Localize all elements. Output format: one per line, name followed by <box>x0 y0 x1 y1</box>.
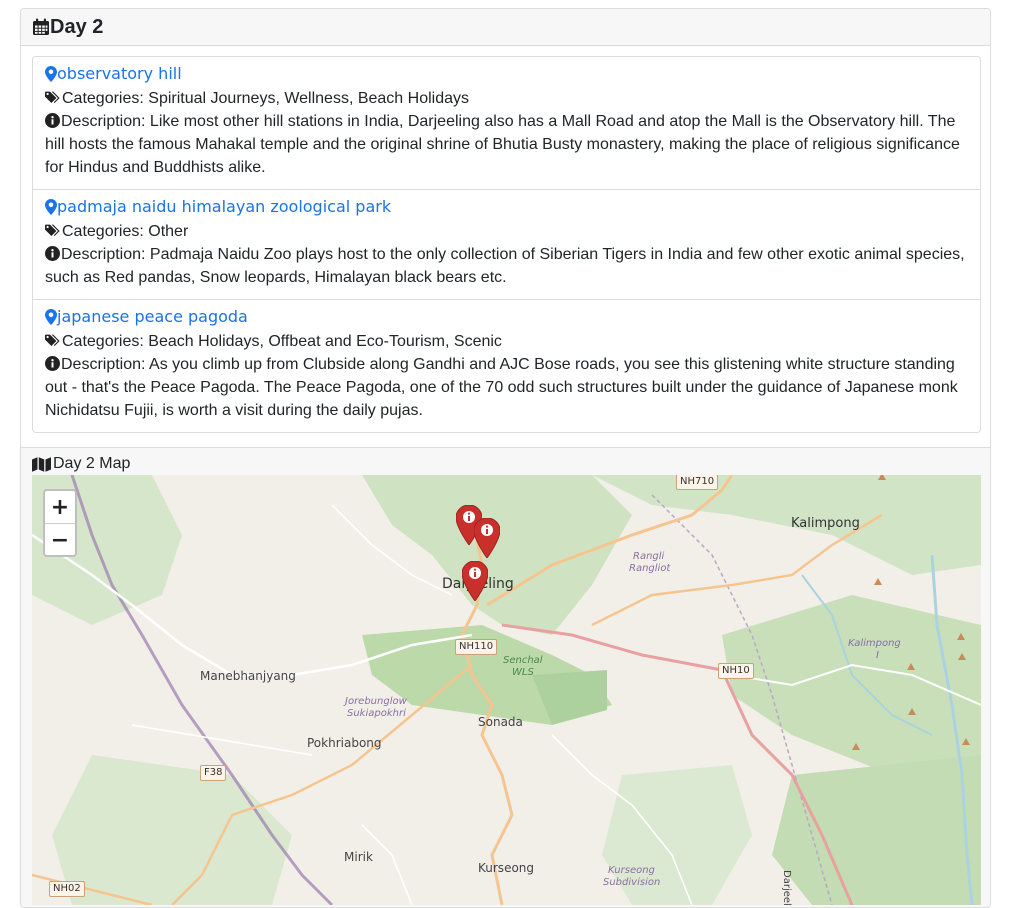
map-pin-icon <box>45 199 57 215</box>
zoom-out-button[interactable]: − <box>45 524 75 555</box>
description-line: Description: Padmaja Naidu Zoo plays hos… <box>45 246 965 286</box>
day-card: Day 2 observatory hill Categories: Spiri… <box>20 8 991 908</box>
info-circle-icon <box>45 356 60 372</box>
tags-icon <box>45 91 61 104</box>
map-label-town: Kalimpong <box>791 516 860 531</box>
zoom-control: + − <box>43 489 77 557</box>
map-label-area: Kalimpong <box>848 638 901 649</box>
map-label-reserve: Senchal <box>503 655 543 666</box>
categories-line: Categories: Other <box>45 220 968 243</box>
map-tiles <box>32 475 981 905</box>
categories-line: Categories: Beach Holidays, Offbeat and … <box>45 330 968 353</box>
map-marker[interactable] <box>461 560 489 602</box>
calendar-icon <box>32 18 50 36</box>
list-item: padmaja naidu himalayan zoological park … <box>33 190 980 300</box>
road-shield: NH110 <box>455 639 498 655</box>
marker-pin-icon <box>461 560 489 602</box>
description-line: Description: Like most other hill statio… <box>45 113 960 176</box>
categories-line: Categories: Spiritual Journeys, Wellness… <box>45 87 968 110</box>
place-name: observatory hill <box>57 64 182 83</box>
map-label-town: Mirik <box>344 850 373 864</box>
map-label-town: Pokhriabong <box>307 736 382 750</box>
road-shield: NH02 <box>49 881 85 897</box>
place-link[interactable]: observatory hill <box>45 63 182 85</box>
map-marker[interactable] <box>473 517 501 559</box>
description-line: Description: As you climb up from Clubsi… <box>45 356 958 419</box>
road-shield: NH10 <box>718 663 754 679</box>
zoom-in-button[interactable]: + <box>45 491 75 524</box>
place-link[interactable]: padmaja naidu himalayan zoological park <box>45 196 391 218</box>
map-label-area: Jorebunglow <box>345 696 407 707</box>
road-shield: F38 <box>200 765 227 781</box>
list-item: observatory hill Categories: Spiritual J… <box>33 57 980 190</box>
map-label: Day 2 Map <box>32 454 130 474</box>
map-label-area: Subdivision <box>603 877 661 888</box>
places-list: observatory hill Categories: Spiritual J… <box>32 56 981 433</box>
map-pin-icon <box>45 309 57 325</box>
place-name: padmaja naidu himalayan zoological park <box>57 197 392 216</box>
day-title: Day 2 <box>50 16 104 38</box>
road-shield: NH710 <box>676 475 719 490</box>
map-label-area: I <box>876 650 879 661</box>
place-link[interactable]: japanese peace pagoda <box>45 306 248 328</box>
map-view[interactable]: Kalimpong Darjeeling Manebhanjyang Sonad… <box>32 475 981 905</box>
map-label-area: Sukiapokhri <box>347 708 406 719</box>
map-label-town: Sonada <box>478 715 523 729</box>
map-icon <box>32 456 51 472</box>
tags-icon <box>45 224 61 237</box>
map-label-area: Rangli <box>633 551 665 562</box>
map-label-area: Darjeeling <box>781 870 792 905</box>
marker-pin-icon <box>473 517 501 559</box>
day-header: Day 2 <box>21 9 990 46</box>
map-label-town: Manebhanjyang <box>200 669 296 683</box>
map-label-area: Kurseong <box>608 865 655 876</box>
list-item: japanese peace pagoda Categories: Beach … <box>33 300 980 432</box>
map-section: Day 2 Map Kalimpong Manebhanjyang Sonada… <box>21 447 990 907</box>
info-circle-icon <box>45 246 60 262</box>
place-name: japanese peace pagoda <box>57 307 248 326</box>
map-pin-icon <box>45 66 57 82</box>
info-circle-icon <box>45 113 60 129</box>
map-label-reserve: WLS <box>512 667 534 678</box>
map-label-area: Rangliot <box>629 563 671 574</box>
map-label-town: Kurseong <box>478 861 535 875</box>
tags-icon <box>45 334 61 347</box>
